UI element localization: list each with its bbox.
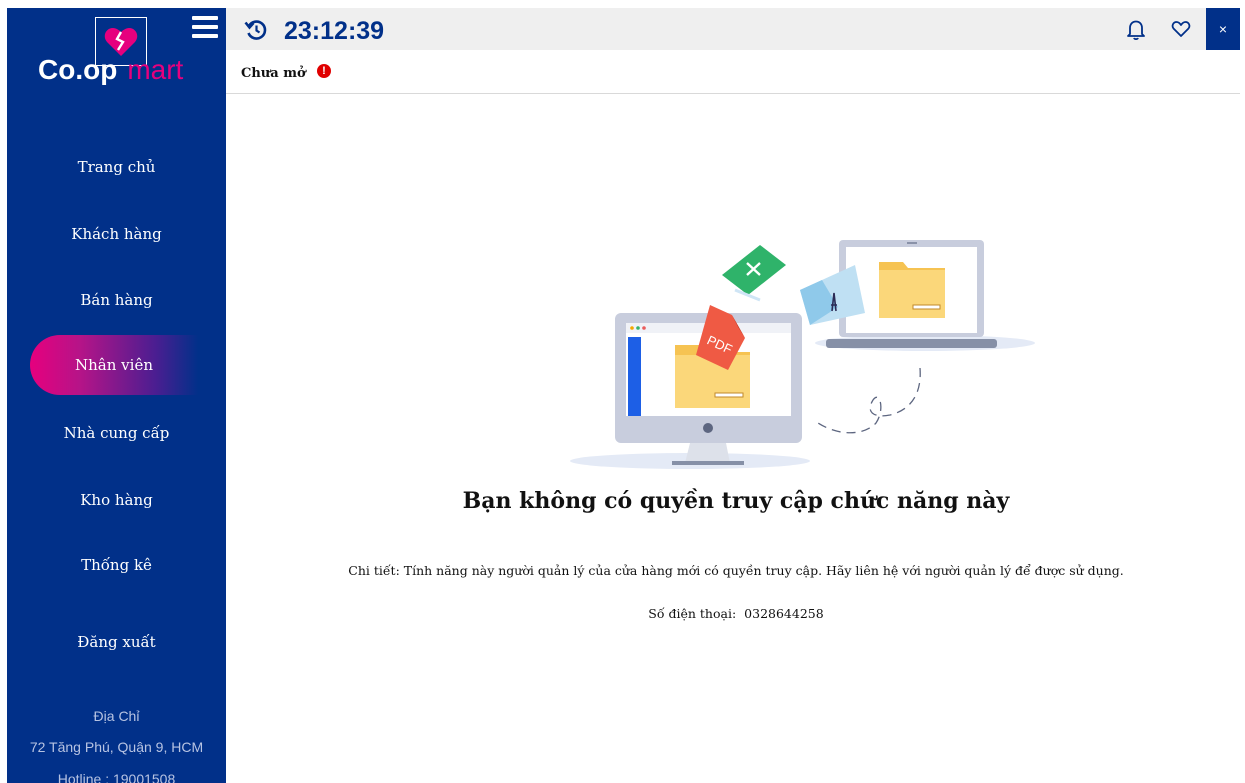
sidebar-item-label: Nhà cung cấp (63, 424, 170, 442)
close-button[interactable]: × (1206, 8, 1240, 50)
address-title: Địa Chỉ (93, 708, 140, 724)
sidebar-item-label: Nhân viên (75, 356, 153, 374)
phone-number: 0328644258 (744, 606, 824, 621)
status-bar: Chưa mở ! (226, 50, 1240, 94)
sidebar-item-nhan-vien[interactable]: Nhân viên (30, 335, 198, 395)
brand-text-secondary: mart (127, 54, 184, 85)
access-denied-title: Bạn không có quyền truy cập chức năng nà… (462, 488, 1010, 514)
top-bar: 23:12:39 × (226, 8, 1240, 50)
contact-phone: Số điện thoại: 0328644258 (226, 606, 1245, 621)
history-icon[interactable] (244, 18, 268, 42)
sidebar-item-dang-xuat[interactable]: Đăng xuất (7, 612, 226, 672)
bell-icon[interactable] (1126, 19, 1146, 46)
close-icon: × (1218, 21, 1228, 37)
brand-logo: Co.op mart (38, 54, 183, 86)
hotline-text: Hotline : 19001508 (57, 771, 176, 783)
hamburger-menu-icon[interactable] (192, 16, 218, 38)
address-text: 72 Tăng Phú, Quận 9, HCM (29, 739, 204, 755)
brand-text-primary: Co.op (38, 54, 118, 85)
phone-label: Số điện thoại: (648, 606, 737, 621)
alert-icon: ! (317, 64, 331, 78)
sidebar-item-khach-hang[interactable]: Khách hàng (7, 204, 226, 264)
sidebar-item-ban-hang[interactable]: Bán hàng (7, 270, 226, 330)
sidebar-item-thong-ke[interactable]: Thống kê (7, 535, 226, 595)
sidebar-item-trang-chu[interactable]: Trang chủ (7, 137, 226, 197)
heart-outline-icon[interactable] (1171, 20, 1191, 43)
store-status-label: Chưa mở (241, 66, 306, 81)
access-denied-detail: Chi tiết: Tính năng này người quản lý củ… (348, 563, 1124, 578)
sidebar-item-nha-cung-cap[interactable]: Nhà cung cấp (7, 403, 226, 463)
sidebar-item-label: Đăng xuất (77, 633, 156, 651)
sidebar-item-label: Trang chủ (77, 158, 156, 176)
sidebar-item-kho-hang[interactable]: Kho hàng (7, 470, 226, 530)
sidebar-item-label: Bán hàng (80, 291, 153, 309)
clock-display: 23:12:39 (284, 17, 385, 45)
sidebar: Co.op mart Trang chủ Khách hàng Bán hàng … (7, 8, 226, 783)
access-denied-illustration: PDF (560, 235, 1040, 480)
sidebar-item-label: Kho hàng (80, 491, 153, 509)
sidebar-item-label: Khách hàng (71, 225, 162, 243)
sidebar-item-label: Thống kê (81, 556, 152, 574)
